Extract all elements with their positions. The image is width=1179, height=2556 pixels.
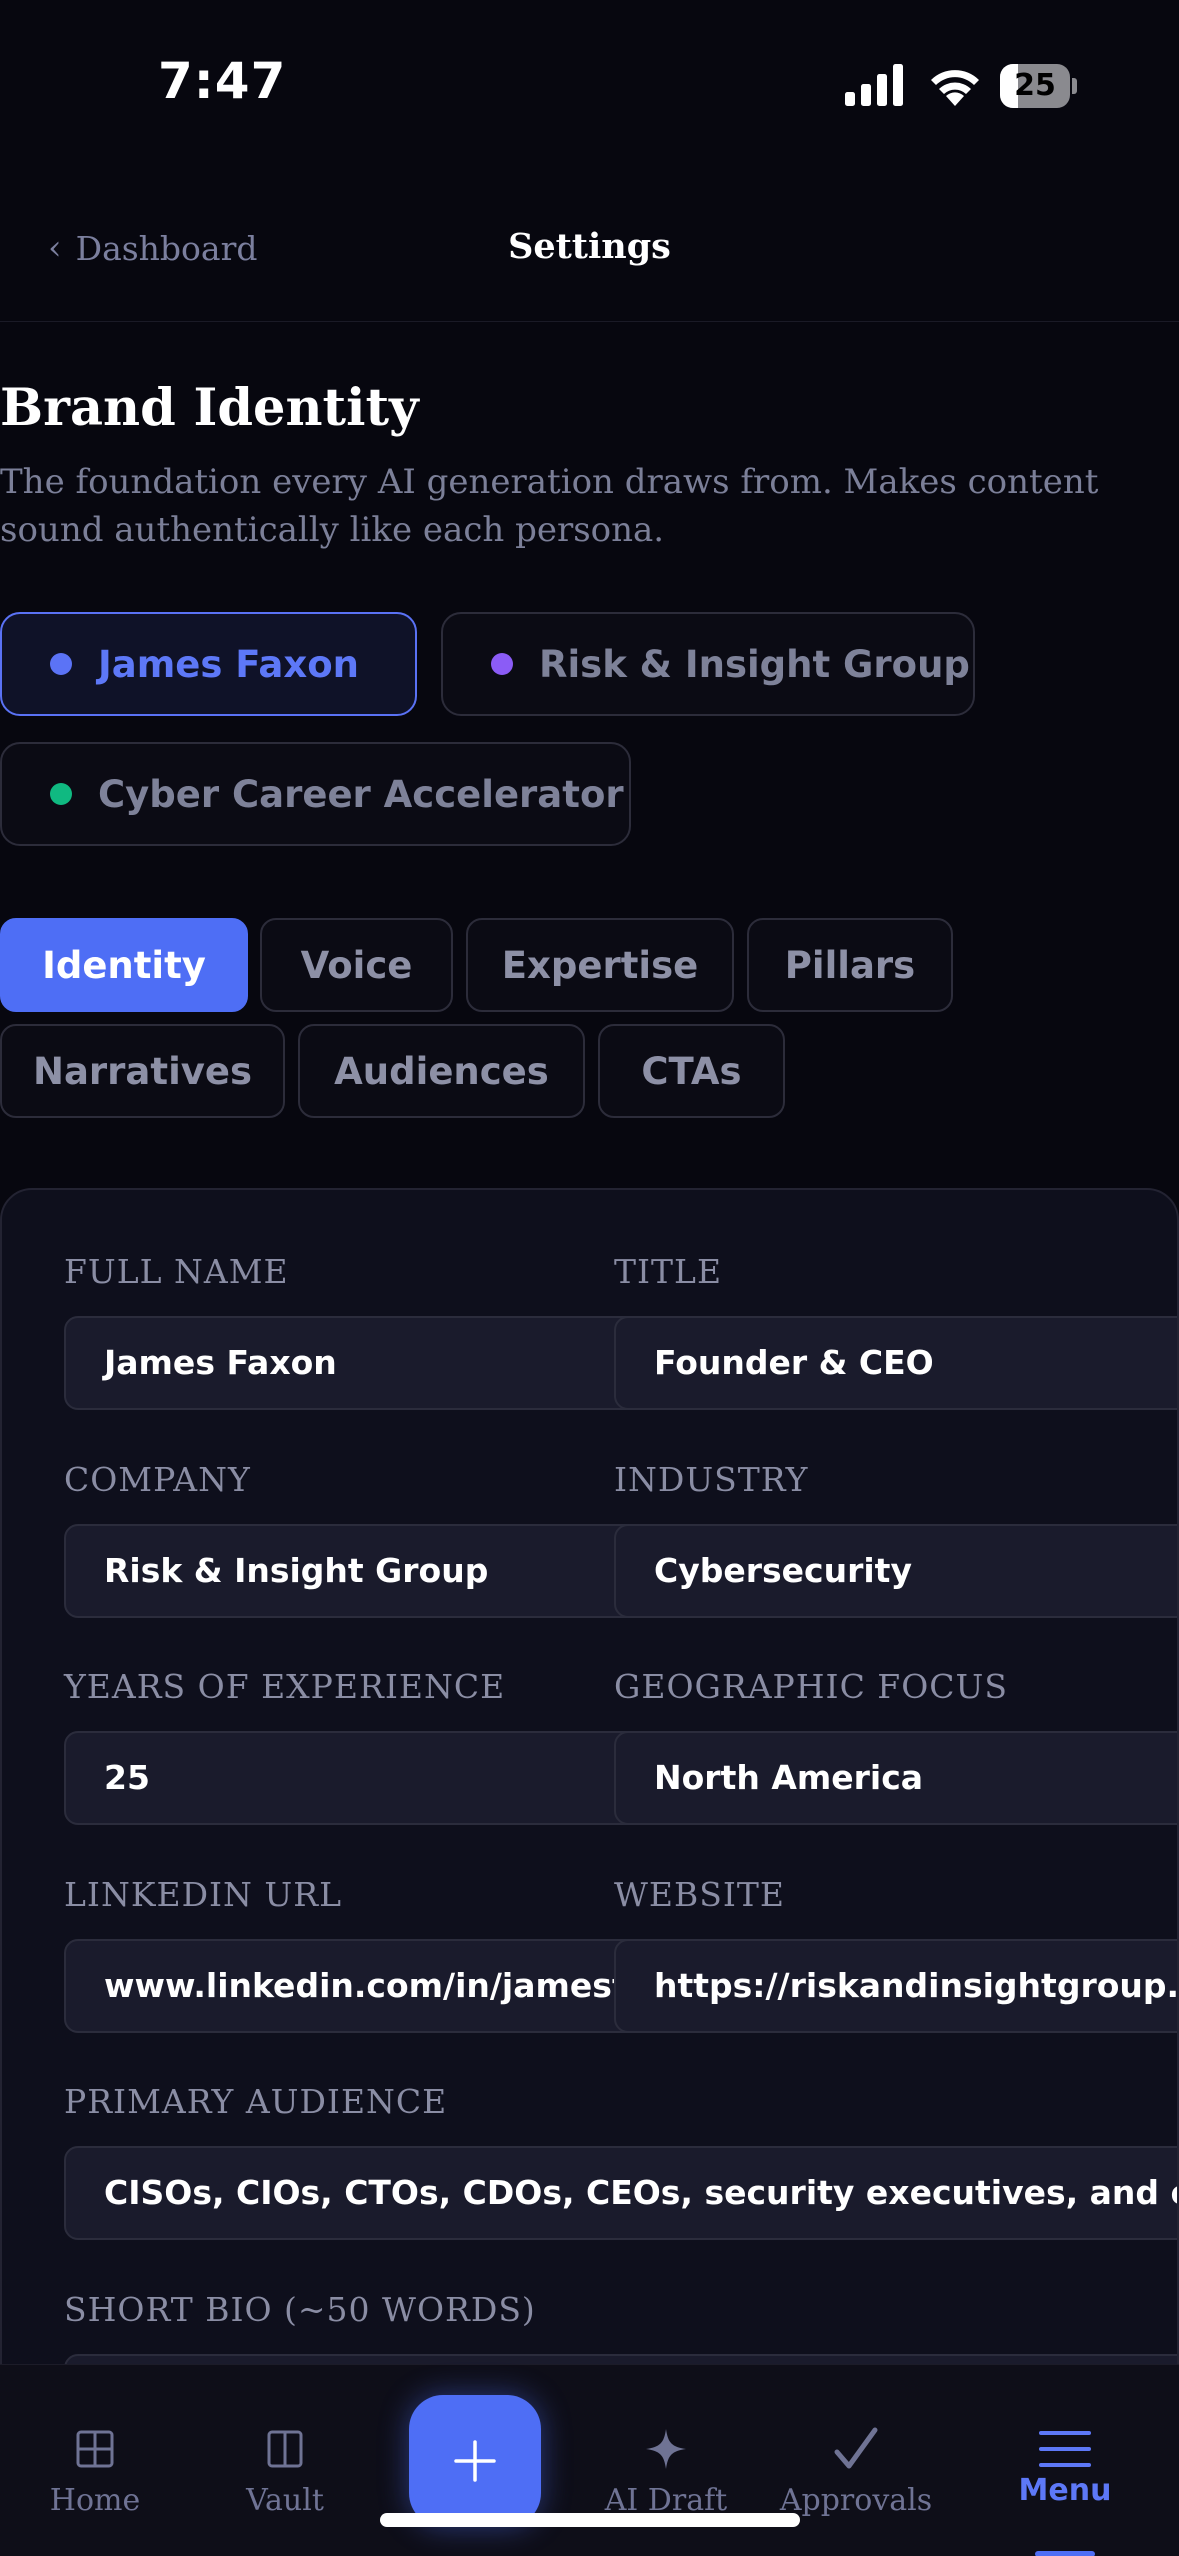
- persona-label: Risk & Insight Group: [539, 642, 970, 686]
- plus-icon: [454, 2440, 496, 2482]
- years-experience-field[interactable]: 25: [64, 1731, 644, 1825]
- menu-icon: [970, 2417, 1160, 2473]
- company-field[interactable]: Risk & Insight Group: [64, 1524, 644, 1618]
- years-experience-label: YEARS OF EXPERIENCE: [64, 1667, 506, 1706]
- grid-icon: [0, 2417, 190, 2473]
- tab-expertise[interactable]: Expertise: [466, 918, 734, 1012]
- section-title: Brand Identity: [0, 378, 419, 438]
- navigation-header: ‹ Dashboard Settings: [0, 200, 1179, 322]
- linkedin-url-field[interactable]: www.linkedin.com/in/jamesfaxon: [64, 1939, 644, 2033]
- tab-narratives[interactable]: Narratives: [0, 1024, 285, 1118]
- persona-color-dot: [50, 653, 72, 675]
- tab-identity[interactable]: Identity: [0, 918, 248, 1012]
- geographic-focus-field[interactable]: North America: [614, 1731, 1177, 1825]
- cellular-signal-icon: [845, 64, 903, 106]
- geographic-focus-label: GEOGRAPHIC FOCUS: [614, 1667, 1008, 1706]
- persona-pill-james-faxon[interactable]: James Faxon: [0, 612, 417, 716]
- home-indicator[interactable]: [380, 2513, 800, 2527]
- title-label: TITLE: [614, 1252, 723, 1291]
- status-bar: 7:47 25: [0, 0, 1179, 170]
- wifi-icon: [931, 70, 979, 106]
- battery-icon: 25: [1000, 64, 1077, 108]
- tab-bar-label: Menu: [1018, 2473, 1112, 2508]
- persona-pill-cyber-career-accelerator[interactable]: Cyber Career Accelerator: [0, 742, 631, 846]
- industry-label: INDUSTRY: [614, 1460, 809, 1499]
- primary-audience-label: PRIMARY AUDIENCE: [64, 2082, 448, 2121]
- status-time: 7:47: [158, 52, 287, 110]
- tab-bar-label: Vault: [246, 2483, 324, 2518]
- tab-bar-vault[interactable]: Vault: [190, 2365, 380, 2556]
- tab-voice[interactable]: Voice: [260, 918, 453, 1012]
- tab-bar-approvals[interactable]: Approvals: [761, 2365, 951, 2556]
- tab-pillars[interactable]: Pillars: [747, 918, 953, 1012]
- create-button[interactable]: [409, 2395, 541, 2527]
- book-icon: [190, 2417, 380, 2473]
- primary-audience-field[interactable]: CISOs, CIOs, CTOs, CDOs, CEOs, security …: [64, 2146, 1177, 2240]
- website-field[interactable]: https://riskandinsightgroup.com: [614, 1939, 1177, 2033]
- tab-ctas[interactable]: CTAs: [598, 1024, 785, 1118]
- title-field[interactable]: Founder & CEO: [614, 1316, 1177, 1410]
- industry-field[interactable]: Cybersecurity: [614, 1524, 1177, 1618]
- active-tab-indicator: [1035, 2551, 1095, 2556]
- section-subtitle: The foundation every AI generation draws…: [0, 462, 1099, 550]
- battery-level-text: 25: [1014, 68, 1056, 103]
- tab-bar-ai-draft[interactable]: AI Draft: [571, 2365, 761, 2556]
- persona-color-dot: [50, 783, 72, 805]
- identity-form-card: FULL NAME James Faxon TITLE Founder & CE…: [0, 1188, 1179, 2556]
- persona-color-dot: [491, 653, 513, 675]
- persona-pill-risk-insight-group[interactable]: Risk & Insight Group: [441, 612, 975, 716]
- tab-bar-label: Home: [49, 2483, 141, 2518]
- sparkle-icon: [571, 2417, 761, 2473]
- bottom-tab-bar: Home Vault AI Draft Approvals Menu: [0, 2364, 1179, 2556]
- tab-bar-home[interactable]: Home: [0, 2365, 190, 2556]
- persona-label: Cyber Career Accelerator: [98, 772, 624, 816]
- page-title: Settings: [508, 226, 671, 267]
- company-label: COMPANY: [64, 1460, 251, 1499]
- tab-audiences[interactable]: Audiences: [298, 1024, 585, 1118]
- website-label: WEBSITE: [614, 1875, 786, 1914]
- tab-bar-menu[interactable]: Menu: [970, 2365, 1160, 2556]
- full-name-field[interactable]: James Faxon: [64, 1316, 644, 1410]
- persona-label: James Faxon: [98, 642, 359, 686]
- linkedin-url-label: LINKEDIN URL: [64, 1875, 342, 1914]
- short-bio-label: SHORT BIO (~50 WORDS): [64, 2290, 536, 2329]
- check-icon: [761, 2417, 951, 2473]
- full-name-label: FULL NAME: [64, 1252, 289, 1291]
